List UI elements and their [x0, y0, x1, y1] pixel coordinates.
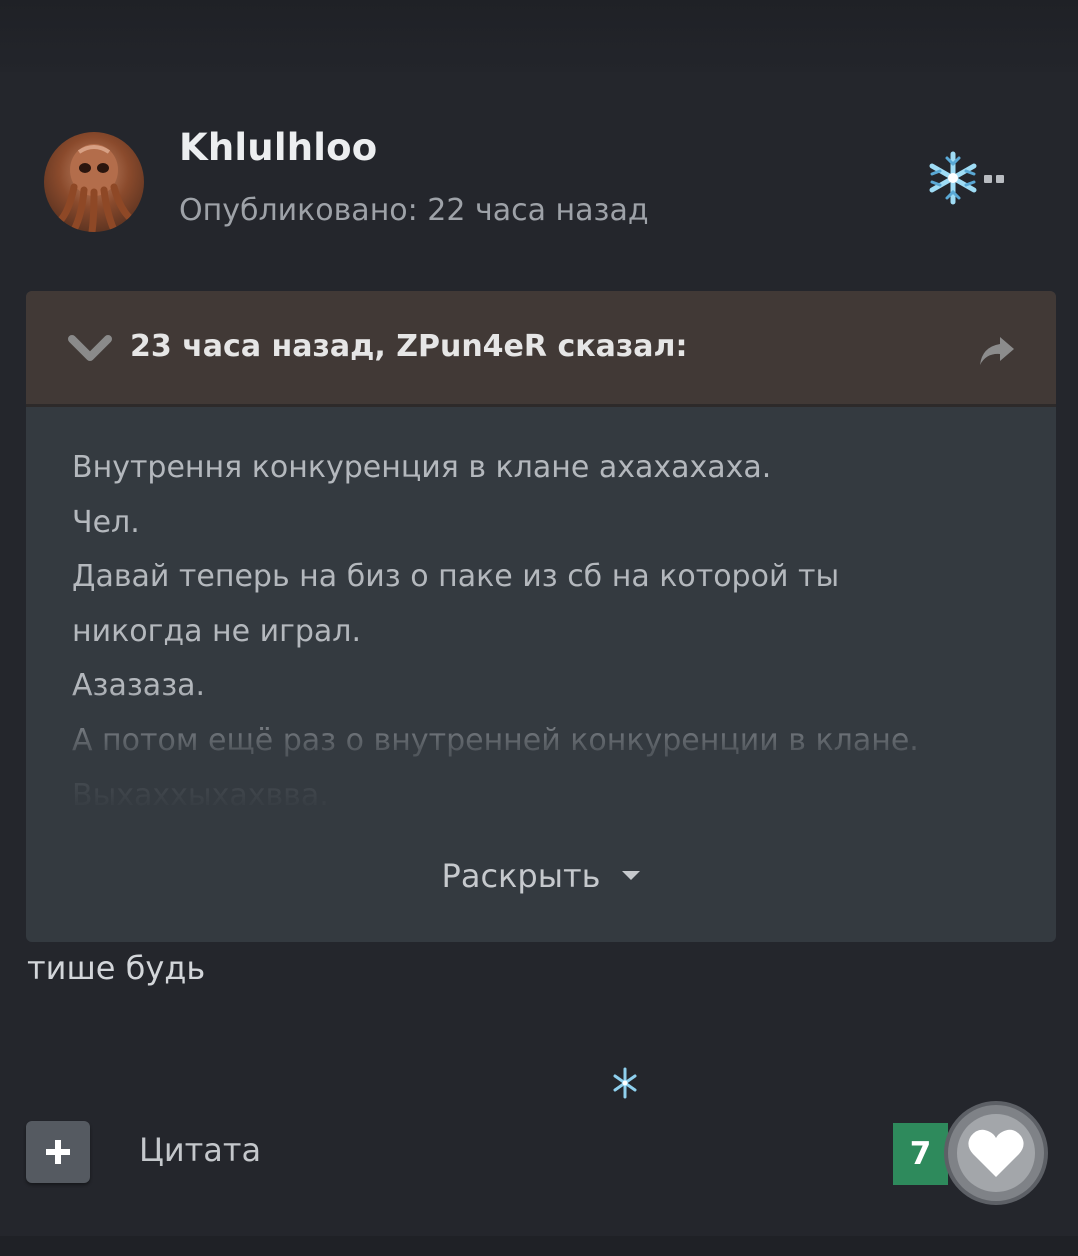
add-plus-button[interactable] [26, 1121, 90, 1183]
quote-line: Внутрення конкуренция в клане ахахахаха. [72, 450, 772, 485]
expand-label: Раскрыть [441, 857, 601, 895]
quote-citation[interactable]: 23 часа назад, ZPun4eR сказал: [130, 329, 687, 364]
snowflake-icon [929, 151, 977, 205]
quote-header: 23 часа назад, ZPun4eR сказал: [26, 291, 1056, 407]
quote-text: Внутрення конкуренция в клане ахахахаха.… [72, 441, 1032, 823]
chevron-down-icon[interactable] [68, 331, 112, 365]
avatar[interactable] [44, 132, 144, 232]
caret-down-icon [622, 870, 641, 880]
more-options-icon[interactable] [984, 172, 1014, 186]
heart-icon [968, 1129, 1024, 1177]
like-count-badge[interactable]: 7 [893, 1123, 948, 1185]
snowflake-icon [613, 1067, 637, 1099]
published-time: Опубликовано: 22 часа назад [179, 193, 649, 228]
quote-line: Давай теперь на биз о паке из сб на кото… [72, 559, 840, 595]
expand-button[interactable]: Раскрыть [26, 857, 1056, 895]
top-bar [0, 0, 1078, 72]
post-body-text: тише будь [27, 949, 206, 987]
quote-line: Азазаза. [72, 668, 206, 704]
like-button[interactable] [948, 1105, 1044, 1201]
quote-line: никогда не играл. [72, 613, 362, 649]
quote-line: Чел. [72, 504, 140, 540]
quote-line: Выхаххыхахвва. [72, 777, 329, 813]
author-name[interactable]: Khlulhloo [179, 126, 377, 169]
quote-line: А потом ещё раз о внутренней конкуренции… [72, 722, 919, 758]
bottom-bar [0, 1236, 1078, 1256]
quote-block: 23 часа назад, ZPun4eR сказал: Внутрення… [26, 291, 1056, 942]
share-arrow-icon[interactable] [976, 333, 1016, 369]
quote-button[interactable]: Цитата [139, 1131, 261, 1169]
